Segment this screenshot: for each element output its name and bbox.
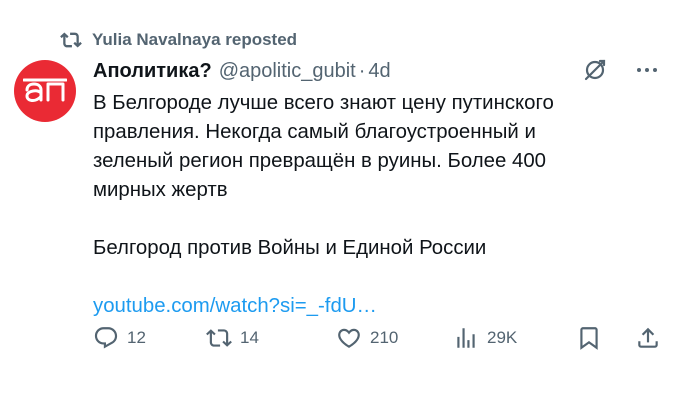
reply-icon <box>94 327 118 349</box>
like-button[interactable]: 210 <box>336 325 398 351</box>
bookmark-icon <box>580 327 598 350</box>
action-bar: 12 14 210 29K <box>93 325 668 355</box>
repost-icon <box>60 32 82 48</box>
repost-context[interactable]: Yulia Navalnaya reposted <box>60 29 297 51</box>
user-handle[interactable]: @apolitic_gubit <box>219 60 356 83</box>
tweet-text-line: Белгород против Войны и Единой России <box>93 237 487 259</box>
display-name[interactable]: Аполитика? <box>93 60 212 83</box>
views-count: 29K <box>487 328 518 347</box>
repost-count: 14 <box>240 328 259 347</box>
tweet-text-line: В Белгороде лучше всего знают цену путин… <box>93 92 554 114</box>
timestamp[interactable]: 4d <box>368 60 390 83</box>
share-button[interactable] <box>635 325 661 351</box>
views-button[interactable]: 29K <box>453 325 517 351</box>
tweet-text-line: мирных жертв <box>93 179 228 201</box>
tweet-text-line: правления. Некогда самый благоустроенный… <box>93 121 536 143</box>
like-count: 210 <box>370 328 399 347</box>
like-icon <box>338 328 360 348</box>
grok-icon[interactable] <box>582 57 608 83</box>
tweet-text: В Белгороде лучше всего знают цену путин… <box>93 89 653 321</box>
tweet-link[interactable]: youtube.com/watch?si=_-fdU… <box>93 292 653 321</box>
apolitika-logo <box>23 78 67 102</box>
avatar[interactable] <box>14 60 76 122</box>
separator-dot: · <box>358 59 366 82</box>
repost-label: Yulia Navalnaya reposted <box>92 30 298 49</box>
reply-button[interactable]: 12 <box>93 325 146 351</box>
repost-button[interactable]: 14 <box>206 325 259 351</box>
reply-count: 12 <box>127 328 146 347</box>
share-icon <box>638 327 658 348</box>
repost-icon <box>206 329 232 347</box>
tweet-header: Аполитика? @apolitic_gubit · 4d <box>93 57 660 85</box>
views-icon <box>457 328 475 348</box>
tweet-text-line: зеленый регион превращён в руины. Более … <box>93 150 547 172</box>
bookmark-button[interactable] <box>576 325 602 351</box>
more-icon[interactable] <box>634 57 660 83</box>
